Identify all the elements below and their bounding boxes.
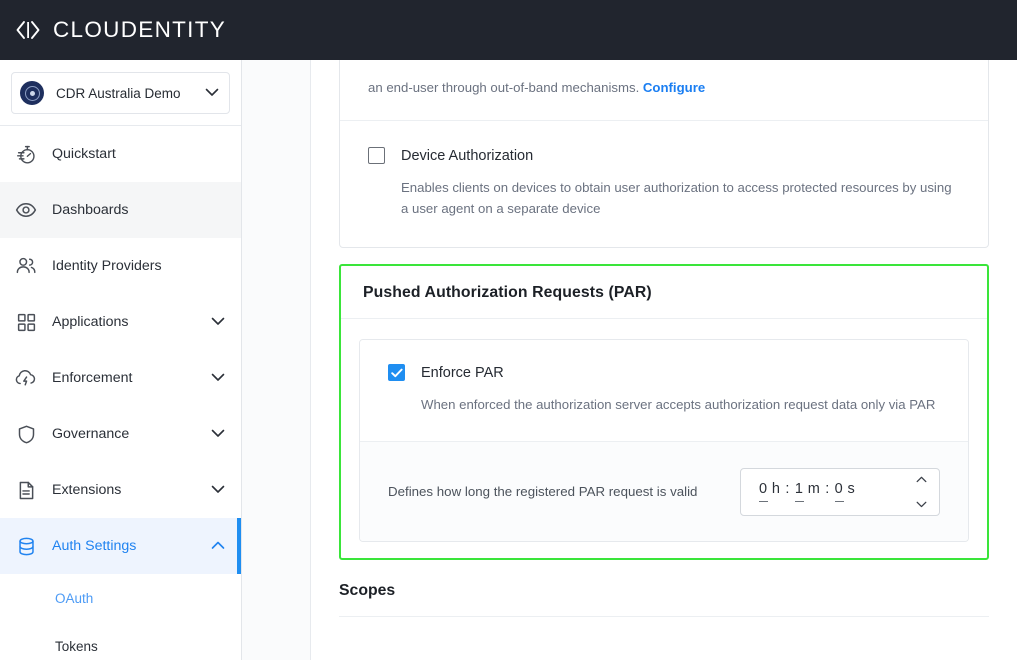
device-authorization-checkbox[interactable] xyxy=(368,147,385,164)
enforce-par-section: Enforce PAR When enforced the authorizat… xyxy=(360,340,968,441)
par-ttl-seconds-segment[interactable]: 0 s xyxy=(834,480,856,503)
shield-icon xyxy=(12,424,40,445)
sidebar-item-dashboards[interactable]: Dashboards xyxy=(0,182,241,238)
chevron-up-icon[interactable] xyxy=(211,537,225,555)
par-ttl-minutes-value: 1 xyxy=(794,480,804,497)
chevron-up-icon[interactable] xyxy=(916,470,927,488)
code-brackets-logo-icon xyxy=(13,19,43,41)
par-ttl-input[interactable]: 0 h : 1 m : 0 s xyxy=(740,467,940,516)
enforce-par-row[interactable]: Enforce PAR xyxy=(388,364,940,381)
brand-name: CLOUDENTITY xyxy=(53,17,227,42)
scopes-section: Scopes xyxy=(339,560,989,657)
par-ttl-label: Defines how long the registered PAR requ… xyxy=(388,484,698,499)
ciba-hint-section: an end-user through out-of-band mechanis… xyxy=(340,60,988,120)
content-inner: an end-user through out-of-band mechanis… xyxy=(311,60,1017,657)
users-icon xyxy=(12,255,40,277)
par-ttl-value[interactable]: 0 h : 1 m : 0 s xyxy=(759,480,916,503)
chevron-down-icon[interactable] xyxy=(916,495,927,513)
scopes-title: Scopes xyxy=(339,582,396,599)
enforce-par-description: When enforced the authorization server a… xyxy=(421,397,936,412)
sidebar-item-label: Dashboards xyxy=(52,202,129,218)
par-inner-card: Enforce PAR When enforced the authorizat… xyxy=(359,339,969,542)
device-authorization-row[interactable]: Device Authorization xyxy=(368,147,960,164)
sidebar-item-governance[interactable]: Governance xyxy=(0,406,241,462)
sidebar-item-label: Enforcement xyxy=(52,370,133,386)
sidebar-item-label: Identity Providers xyxy=(52,258,162,274)
sidebar-item-extensions[interactable]: Extensions xyxy=(0,462,241,518)
database-icon xyxy=(12,536,40,557)
par-ttl-separator: : xyxy=(785,480,790,497)
par-ttl-hours-segment[interactable]: 0 h xyxy=(759,480,781,503)
sidebar-item-applications[interactable]: Applications xyxy=(0,294,241,350)
sidebar-item-enforcement[interactable]: Enforcement xyxy=(0,350,241,406)
stopwatch-icon xyxy=(12,144,40,165)
par-ttl-seconds-underline xyxy=(834,500,844,503)
enforce-par-checkbox[interactable] xyxy=(388,364,405,381)
device-authorization-description: Enables clients on devices to obtain use… xyxy=(401,180,952,216)
main-content: an end-user through out-of-band mechanis… xyxy=(311,60,1017,660)
ciba-hint-copy: an end-user through out-of-band mechanis… xyxy=(368,80,643,95)
cloud-bolt-icon xyxy=(12,367,40,389)
par-ttl-section: Defines how long the registered PAR requ… xyxy=(360,441,968,541)
sidebar-item-label: Auth Settings xyxy=(52,538,137,554)
tenant-name: CDR Australia Demo xyxy=(56,85,181,101)
eye-icon xyxy=(12,199,40,221)
ciba-hint-text: an end-user through out-of-band mechanis… xyxy=(368,77,960,98)
sidebar-item-label: Applications xyxy=(52,314,129,330)
tenant-avatar-icon xyxy=(20,81,44,105)
sidebar: CDR Australia Demo Quickstart Dashboards… xyxy=(0,60,242,660)
par-ttl-hours-unit: h xyxy=(771,480,781,497)
chevron-down-icon[interactable] xyxy=(211,425,225,443)
sidebar-subitem-label: Tokens xyxy=(55,638,98,654)
grid-icon xyxy=(12,312,40,333)
chevron-down-icon[interactable] xyxy=(211,369,225,387)
par-ttl-minutes-segment[interactable]: 1 m xyxy=(794,480,821,503)
sidebar-item-label: Quickstart xyxy=(52,146,116,162)
par-title: Pushed Authorization Requests (PAR) xyxy=(341,266,987,319)
sidebar-item-label: Extensions xyxy=(52,482,122,498)
par-ttl-seconds-unit: s xyxy=(847,480,856,497)
sidebar-subitem-tokens[interactable]: Tokens xyxy=(0,622,241,660)
brand: CLOUDENTITY xyxy=(13,17,226,43)
tenant-selector-wrap: CDR Australia Demo xyxy=(0,60,241,126)
chevron-down-icon[interactable] xyxy=(211,313,225,331)
document-icon xyxy=(12,480,40,501)
par-ttl-seconds-value: 0 xyxy=(834,480,844,497)
content-gutter xyxy=(242,60,311,660)
app-header: CLOUDENTITY xyxy=(0,0,1017,60)
configure-link[interactable]: Configure xyxy=(643,80,705,95)
sidebar-item-auth-settings[interactable]: Auth Settings xyxy=(0,518,241,574)
sidebar-item-identity-providers[interactable]: Identity Providers xyxy=(0,238,241,294)
sidebar-item-quickstart[interactable]: Quickstart xyxy=(0,126,241,182)
chevron-down-icon xyxy=(205,84,219,102)
sidebar-item-label: Governance xyxy=(52,426,130,442)
par-ttl-minutes-unit: m xyxy=(807,480,821,497)
par-ttl-hours-underline xyxy=(759,500,768,503)
tenant-selector[interactable]: CDR Australia Demo xyxy=(11,72,230,114)
par-ttl-minutes-underline xyxy=(794,500,804,503)
device-authorization-section: Device Authorization Enables clients on … xyxy=(340,120,988,247)
sidebar-nav: Quickstart Dashboards Identity Providers xyxy=(0,126,241,660)
active-indicator xyxy=(237,518,241,574)
device-authorization-label: Device Authorization xyxy=(401,147,534,164)
sidebar-subitem-oauth[interactable]: OAuth xyxy=(0,574,241,622)
par-ttl-separator-2: : xyxy=(825,480,830,497)
par-card: Pushed Authorization Requests (PAR) Enfo… xyxy=(339,264,989,560)
sidebar-subitem-label: OAuth xyxy=(55,590,94,606)
par-ttl-stepper[interactable] xyxy=(916,470,927,513)
chevron-down-icon[interactable] xyxy=(211,481,225,499)
par-body: Enforce PAR When enforced the authorizat… xyxy=(341,319,987,558)
device-authorization-card: an end-user through out-of-band mechanis… xyxy=(339,60,989,248)
par-ttl-hours-value: 0 xyxy=(759,480,768,497)
enforce-par-label: Enforce PAR xyxy=(421,364,504,381)
